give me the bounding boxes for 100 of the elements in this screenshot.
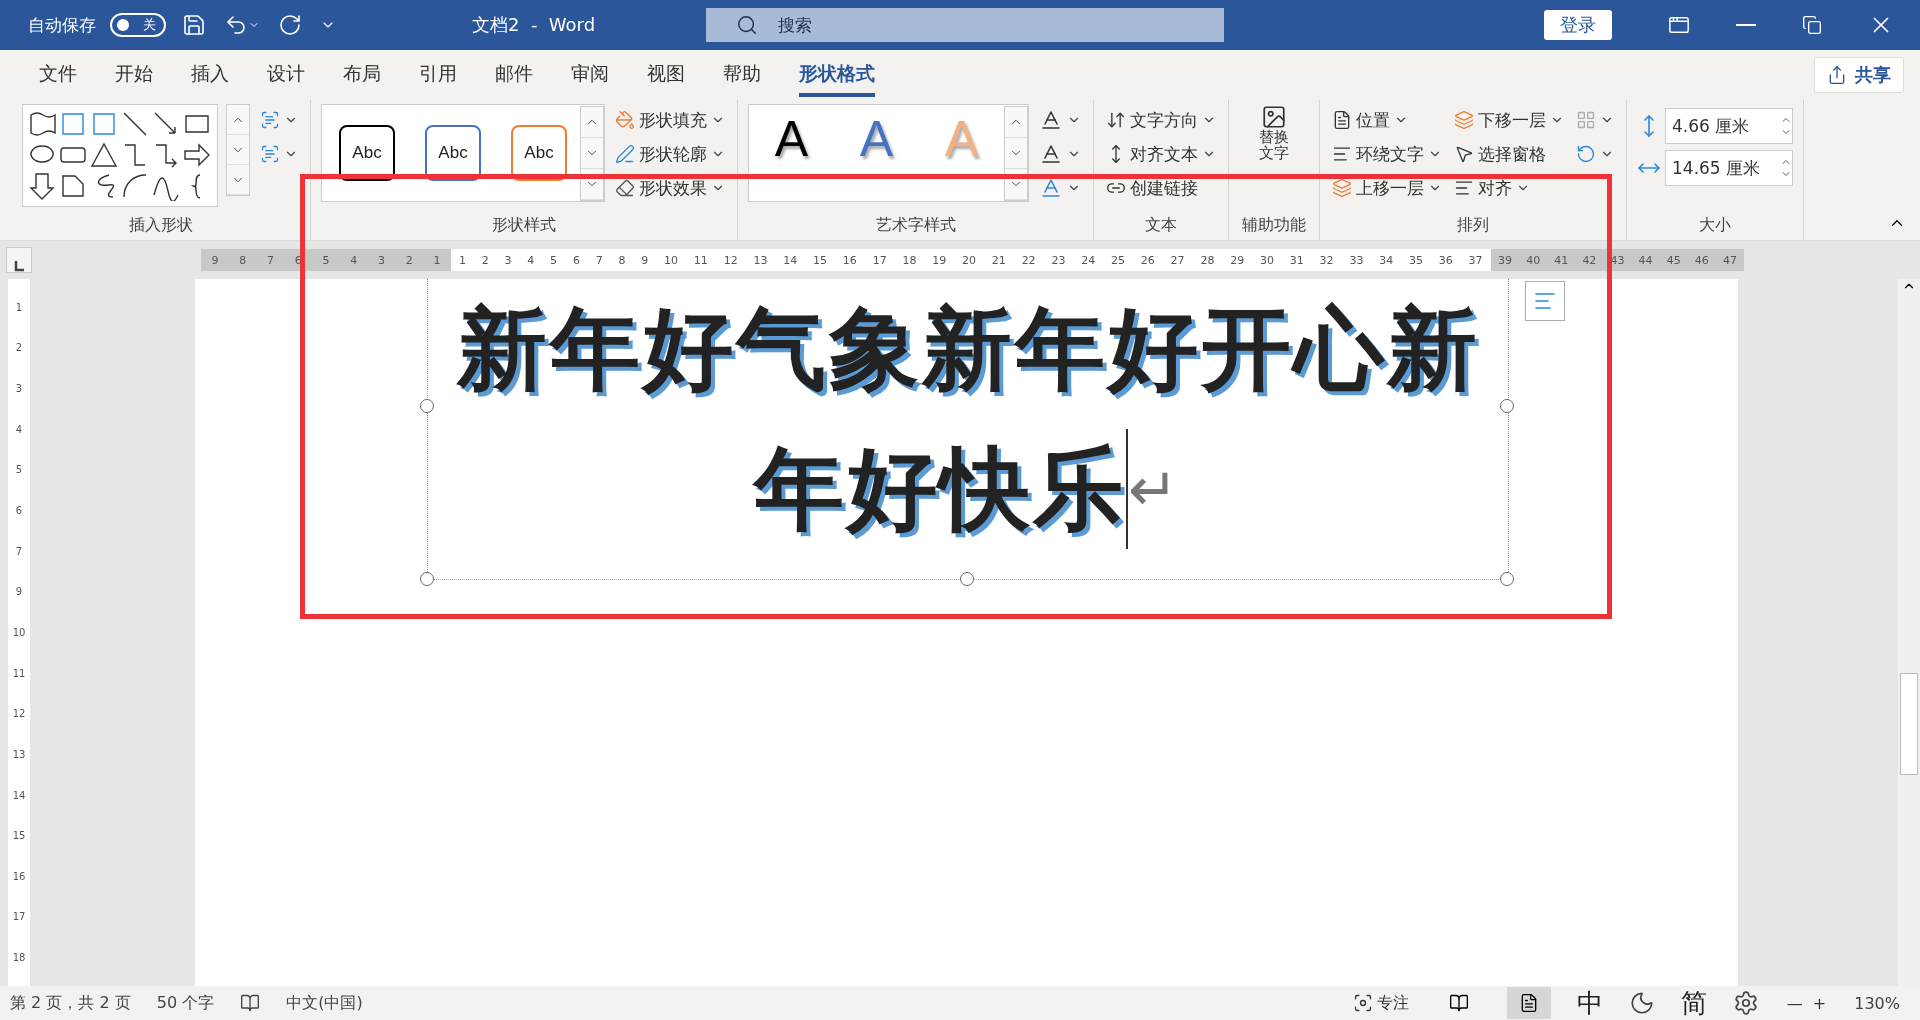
search-icon — [736, 14, 758, 36]
paragraph-mark: ↵ — [1126, 429, 1182, 549]
picture-icon — [1261, 104, 1287, 130]
ruler-number: 23 — [1051, 253, 1066, 267]
share-icon — [1827, 65, 1847, 85]
resize-handle[interactable] — [960, 572, 974, 586]
arrange-command[interactable]: 对齐 — [1452, 172, 1566, 204]
arrange-command[interactable]: 位置 — [1330, 104, 1444, 136]
ruler-number: 11 — [693, 253, 708, 267]
text-fill-icon — [1039, 108, 1063, 132]
paint-bucket-icon — [615, 110, 635, 130]
zoom-in-button[interactable]: + — [1810, 987, 1829, 1019]
alt-text-button[interactable]: 替换文字 — [1239, 104, 1309, 162]
ruler-number: 27 — [1170, 253, 1185, 267]
shape-icon[interactable] — [27, 109, 57, 139]
ime-mode[interactable]: 中 — [1576, 985, 1603, 1020]
shape-style-preset[interactable]: Abc — [425, 125, 481, 181]
resize-handle[interactable] — [1500, 572, 1514, 586]
resize-handle[interactable] — [420, 572, 434, 586]
ruler-number: 13 — [12, 748, 26, 760]
share-button[interactable]: 共享 — [1814, 57, 1904, 93]
wordart-preset[interactable]: A — [749, 109, 834, 169]
shape-format-command[interactable]: 形状效果 — [613, 172, 727, 204]
ruler-number: 3 — [377, 253, 385, 267]
ruler-number: 45 — [1666, 253, 1681, 267]
minimize-icon — [1736, 24, 1756, 26]
ruler-number: 7 — [595, 253, 603, 267]
ruler-number: 7 — [266, 253, 274, 267]
read-mode-icon — [1448, 993, 1469, 1013]
language-label: 中文(中国) — [286, 992, 363, 1014]
ruler-number: 5 — [550, 253, 558, 267]
width-field[interactable]: 14.65 厘米 — [1665, 150, 1793, 186]
arrange-command[interactable]: 环绕文字 — [1330, 138, 1444, 170]
shape-icon[interactable] — [27, 171, 57, 201]
shape-style-preset[interactable]: Abc — [511, 125, 567, 181]
ribbon-tab[interactable]: 文件 — [39, 53, 77, 97]
ribbon-tab[interactable]: 设计 — [267, 53, 305, 97]
shape-icon[interactable] — [89, 140, 119, 170]
layout-options-button[interactable] — [1525, 281, 1565, 321]
scrollbar[interactable] — [1898, 279, 1920, 986]
ruler-number: 3 — [15, 383, 23, 395]
ruler-number: 8 — [618, 253, 626, 267]
ruler-number: 19 — [932, 253, 947, 267]
undo-icon — [224, 13, 248, 37]
redo-icon — [278, 13, 302, 37]
ruler-number: 15 — [12, 830, 26, 842]
shape-style-preset[interactable]: Abc — [339, 125, 395, 181]
ruler-number: 35 — [1409, 253, 1423, 267]
arrange-command[interactable]: 下移一层 — [1452, 104, 1566, 136]
arrange-command[interactable]: 选择窗格 — [1452, 138, 1566, 170]
wordart-preset[interactable]: A — [834, 109, 919, 169]
zoom-out-button[interactable]: — — [1784, 987, 1805, 1019]
ruler-number: 8 — [239, 253, 247, 267]
resize-handle[interactable] — [420, 399, 434, 413]
view-button[interactable] — [1506, 987, 1551, 1019]
height-field[interactable]: 4.66 厘米 — [1665, 108, 1793, 144]
text-command[interactable]: 创建链接 — [1104, 172, 1218, 204]
tab-selector[interactable] — [6, 247, 32, 273]
ruler-number: 22 — [1021, 253, 1036, 267]
ribbon-tab[interactable]: 帮助 — [723, 53, 761, 97]
shape-format-command[interactable]: 形状填充 — [613, 104, 727, 136]
search-field[interactable]: 搜索 — [706, 8, 1224, 42]
resize-handle[interactable] — [1500, 399, 1514, 413]
ruler-number: 4 — [15, 423, 23, 435]
text-direction-icon — [1106, 110, 1126, 130]
ruler-number: 36 — [1438, 253, 1453, 267]
ribbon-tab[interactable]: 布局 — [343, 53, 381, 97]
ruler-number: 14 — [783, 253, 798, 267]
shape-format-command[interactable]: 形状轮廓 — [613, 138, 727, 170]
ruler-number: 4 — [527, 253, 535, 267]
scroll-thumb[interactable] — [1900, 673, 1918, 775]
ruler-number: 29 — [1230, 253, 1245, 267]
ruler-number: 9 — [641, 253, 649, 267]
ruler-number: 26 — [1140, 253, 1155, 267]
zoom-level[interactable]: 130% — [1854, 993, 1900, 1013]
ruler-number: 46 — [1694, 253, 1709, 267]
text-effects-icon — [1039, 176, 1063, 200]
autosave-toggle[interactable]: 关 — [110, 13, 166, 37]
pen-icon — [615, 144, 635, 164]
ribbon-tab[interactable]: 插入 — [191, 53, 229, 97]
ruler-number: 10 — [664, 253, 679, 267]
ruler-number: 30 — [1260, 253, 1274, 267]
focus-button[interactable]: 专注 — [1350, 987, 1411, 1019]
text-command[interactable]: 文字方向 — [1104, 104, 1218, 136]
ribbon-tab[interactable]: 视图 — [647, 53, 685, 97]
ime-script[interactable]: 简 — [1680, 985, 1707, 1020]
ruler-number: 7 — [15, 545, 23, 557]
ruler-number: 3 — [504, 253, 512, 267]
ruler-number: 41 — [1554, 253, 1569, 267]
ruler-number: 47 — [1722, 253, 1737, 267]
ribbon-tab[interactable]: 开始 — [115, 53, 153, 97]
arrange-command[interactable]: 上移一层 — [1330, 172, 1444, 204]
text-command[interactable]: 对齐文本 — [1104, 138, 1218, 170]
ribbon-tab[interactable]: 审阅 — [571, 53, 609, 97]
login-button[interactable]: 登录 — [1544, 10, 1612, 40]
ribbon-tab[interactable]: 引用 — [419, 53, 457, 97]
ruler-number: 44 — [1638, 253, 1653, 267]
ribbon-tab[interactable]: 邮件 — [495, 53, 533, 97]
group-label: 形状样式 — [491, 214, 557, 236]
group-label: 排列 — [1456, 214, 1490, 236]
